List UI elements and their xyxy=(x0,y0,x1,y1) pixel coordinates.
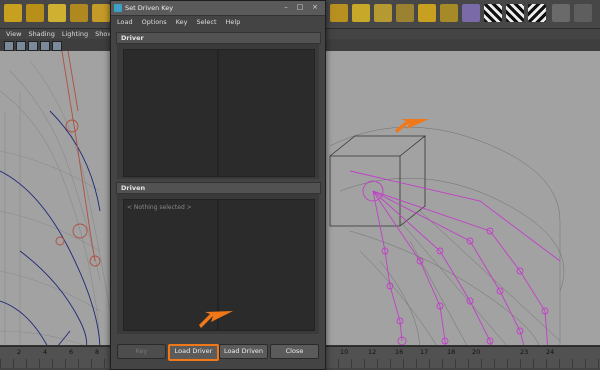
key-button[interactable]: Key xyxy=(117,344,166,359)
shelf-tool-icon[interactable] xyxy=(374,4,392,22)
timeline-tick-label: 17 xyxy=(420,348,429,356)
camera-icon[interactable] xyxy=(4,41,14,51)
shelf-tool-icon[interactable] xyxy=(552,4,570,22)
timeline-tick-label: 24 xyxy=(546,348,555,356)
set-driven-key-dialog: Set Driven Key – □ × Load Options Key Se… xyxy=(110,0,326,370)
timeline-tick-label: 2 xyxy=(17,348,22,356)
timeline-tick-label: 23 xyxy=(520,348,529,356)
driver-label: Driver xyxy=(121,34,144,42)
timeline-tick-label: 8 xyxy=(95,348,100,356)
maximize-icon[interactable]: □ xyxy=(295,3,305,12)
menu-select[interactable]: Select xyxy=(196,18,216,26)
callout-arrow-icon xyxy=(395,119,429,133)
menu-options[interactable]: Options xyxy=(142,18,167,26)
shelf-cube-icon[interactable] xyxy=(4,4,22,22)
minimize-icon[interactable]: – xyxy=(281,3,291,12)
dialog-title-bar[interactable]: Set Driven Key – □ × xyxy=(111,1,325,16)
menu-key[interactable]: Key xyxy=(176,18,188,26)
driven-frame-header[interactable]: Driven xyxy=(116,182,321,194)
shelf-tool-icon[interactable] xyxy=(418,4,436,22)
driven-placeholder: < Nothing selected > xyxy=(127,204,192,211)
shelf-cone-icon[interactable] xyxy=(48,4,66,22)
shelf-tool-icon[interactable] xyxy=(574,4,592,22)
smooth-shade-icon[interactable] xyxy=(28,41,38,51)
checker-icon[interactable] xyxy=(506,4,524,22)
checker-icon[interactable] xyxy=(528,4,546,22)
timeline-tick-label: 20 xyxy=(472,348,481,356)
light-icon[interactable] xyxy=(52,41,62,51)
wireframe-icon[interactable] xyxy=(16,41,26,51)
dialog-menu-bar: Load Options Key Select Help xyxy=(111,16,325,28)
viewport-menu-shading[interactable]: Shading xyxy=(28,30,54,38)
timeline-tick-label: 16 xyxy=(395,348,404,356)
timeline-tick-label: 10 xyxy=(340,348,349,356)
shelf-plane-icon[interactable] xyxy=(70,4,88,22)
close-icon[interactable]: × xyxy=(310,3,320,12)
close-button[interactable]: Close xyxy=(270,344,319,359)
viewport-menu-view[interactable]: View xyxy=(6,30,21,38)
timeline-tick-label: 4 xyxy=(43,348,48,356)
driven-label: Driven xyxy=(121,184,146,192)
load-driver-button[interactable]: Load Driver xyxy=(168,344,219,361)
shelf-tool-icon[interactable] xyxy=(330,4,348,22)
shelf-tool-icon[interactable] xyxy=(440,4,458,22)
shelf-tool-icon[interactable] xyxy=(396,4,414,22)
driver-object-list[interactable] xyxy=(123,49,218,177)
driver-frame xyxy=(117,44,319,179)
load-driven-button[interactable]: Load Driven xyxy=(219,344,268,359)
menu-help[interactable]: Help xyxy=(226,18,241,26)
viewport-menu-lighting[interactable]: Lighting xyxy=(62,30,88,38)
menu-load[interactable]: Load xyxy=(117,18,133,26)
app-icon xyxy=(114,4,122,12)
callout-arrow-icon xyxy=(199,311,233,328)
shelf-torus-icon[interactable] xyxy=(92,4,110,22)
shelf-tool-icon[interactable] xyxy=(462,4,480,22)
driver-attribute-list[interactable] xyxy=(218,49,315,177)
shelf-cylinder-icon[interactable] xyxy=(26,4,44,22)
shelf-tool-icon[interactable] xyxy=(352,4,370,22)
timeline-tick-label: 18 xyxy=(447,348,456,356)
driver-frame-header[interactable]: Driver xyxy=(116,32,321,44)
timeline-tick-label: 12 xyxy=(368,348,377,356)
texture-icon[interactable] xyxy=(40,41,50,51)
checker-icon[interactable] xyxy=(484,4,502,22)
dialog-title: Set Driven Key xyxy=(125,4,174,12)
timeline-tick-label: 6 xyxy=(69,348,74,356)
